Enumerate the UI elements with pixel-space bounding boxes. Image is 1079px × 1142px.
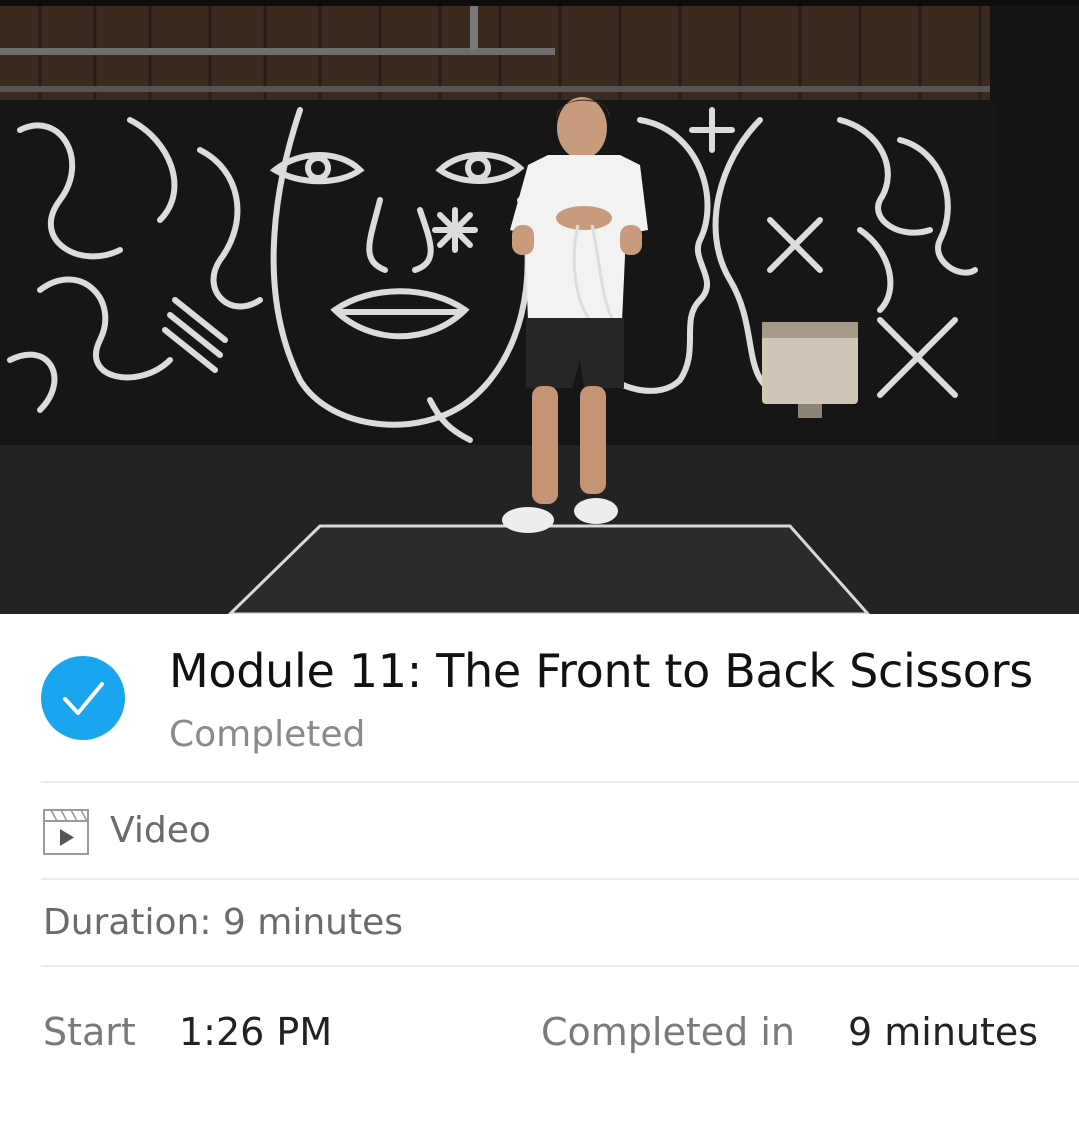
start-label: Start [43,1010,136,1054]
divider [41,965,1079,967]
completed-in-label: Completed in [541,1010,795,1054]
check-circle-icon [41,656,125,740]
content-type-label: Video [110,810,211,851]
module-header: Module 11: The Front to Back Scissors Co… [0,614,1079,782]
video-frame-illustration [0,6,1079,614]
video-clapper-icon [43,809,89,855]
completed-in-value: 9 minutes [848,1010,1039,1054]
start-time-value: 1:26 PM [179,1010,333,1054]
divider [41,878,1079,880]
status-label: Completed [169,714,366,755]
divider [41,781,1079,783]
video-thumbnail[interactable] [0,0,1079,614]
module-title: Module 11: The Front to Back Scissors [169,644,1033,698]
duration-label: Duration: 9 minutes [43,902,403,943]
